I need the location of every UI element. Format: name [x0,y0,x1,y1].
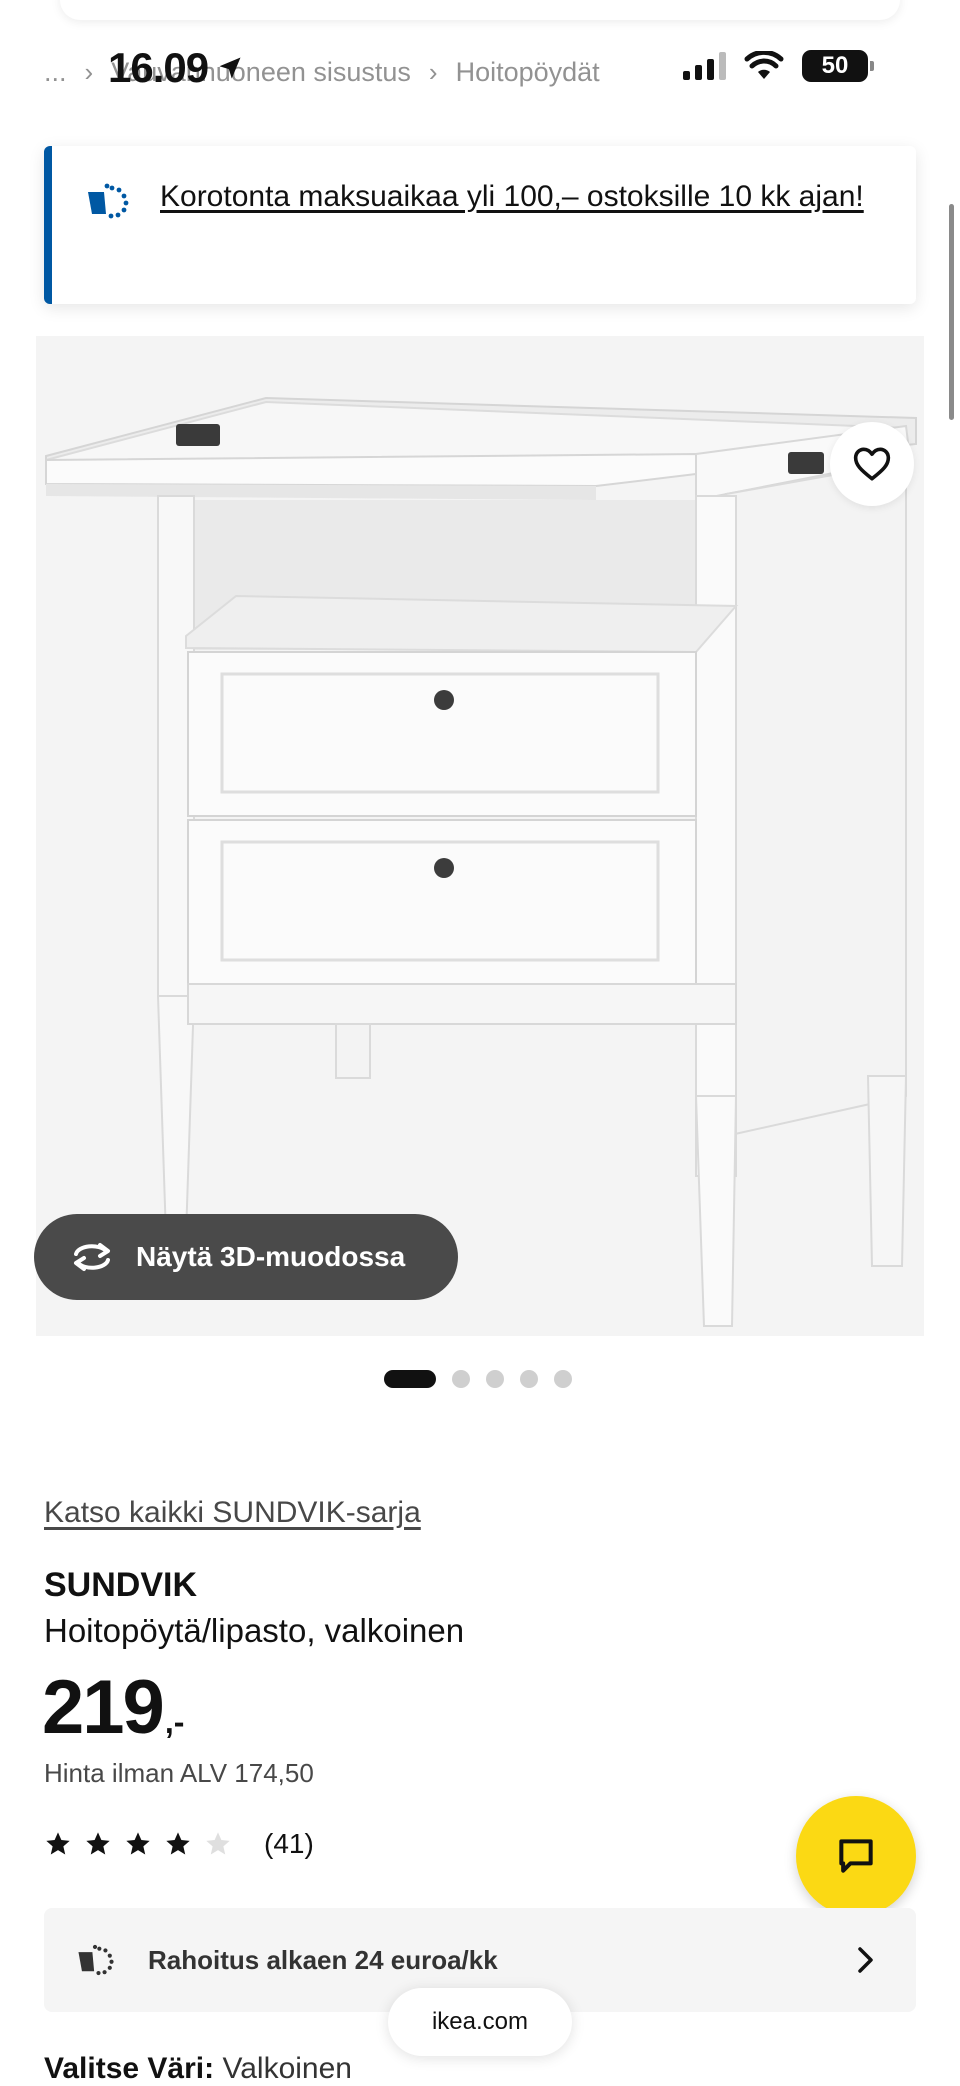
product-name: SUNDVIK [44,1566,198,1604]
location-arrow-icon [219,57,241,79]
chevron-right-icon: › [84,56,94,87]
chevron-right-icon: › [428,56,438,87]
rating[interactable]: (41) [44,1828,314,1860]
url-text: ikea.com [431,2008,529,2035]
heart-icon [853,447,891,481]
promo-link[interactable]: Korotonta maksuaikaa yli 100,– ostoksill… [160,174,864,220]
chat-button[interactable] [796,1796,916,1916]
price: 219 ,- [42,1664,184,1751]
favourite-button[interactable] [830,422,914,506]
view-3d-button[interactable]: Näytä 3D-muodossa [34,1214,458,1300]
changing-table-illustration [36,336,924,1336]
color-select-value: Valkoinen [222,2052,352,2085]
product-description: Hoitopöytä/lipasto, valkoinen [44,1612,465,1649]
star-empty-icon [206,1832,230,1855]
star-filled-icon [166,1832,190,1855]
carousel-dots [384,1370,572,1388]
status-bar-indicators: 50 [683,50,874,82]
star-filled-icon [126,1832,150,1855]
scrollbar[interactable] [949,204,954,420]
series-link[interactable]: Katso kaikki SUNDVIK-sarja [44,1496,421,1530]
star-filled-icon [86,1832,110,1855]
color-select[interactable]: Valitse Väri: Valkoinen [44,2052,352,2086]
carousel-dot-3[interactable] [486,1370,504,1388]
clock-text: 16.09 [108,44,209,91]
wifi-icon [744,51,784,79]
chevron-right-icon [858,1947,873,1973]
product-image[interactable] [36,336,924,1336]
browser-url-pill[interactable]: ikea.com [388,1988,572,2056]
battery-level: 50 [821,52,849,79]
price-excl-vat: Hinta ilman ALV 174,50 [44,1758,314,1788]
review-count: (41) [264,1828,314,1859]
rotate-3d-icon [74,1243,110,1271]
finance-label: Rahoitus alkaen 24 euroa/kk [148,1944,498,1975]
chat-icon [839,1839,873,1873]
color-select-label: Valitse Väri: [44,2052,223,2085]
payment-icon [88,183,129,219]
cellular-signal-icon [683,52,726,80]
breadcrumb-ellipsis[interactable]: ... [44,57,67,88]
breadcrumb-item-changing-tables[interactable]: Hoitopöydät [456,57,600,88]
star-filled-icon [46,1832,70,1855]
battery-icon: 50 [802,50,874,82]
payment-icon [78,1944,114,1976]
carousel-dot-5[interactable] [554,1370,572,1388]
carousel-dot-2[interactable] [452,1370,470,1388]
promo-banner[interactable]: Korotonta maksuaikaa yli 100,– ostoksill… [44,146,916,304]
top-sticky-bar [60,0,900,20]
price-integer: 219 [42,1665,165,1750]
carousel-dot-4[interactable] [520,1370,538,1388]
view-3d-label: Näytä 3D-muodossa [136,1241,406,1272]
status-bar-time: 16.09 [108,44,244,92]
price-decimal: ,- [164,1704,185,1740]
carousel-dot-1[interactable] [384,1370,436,1388]
